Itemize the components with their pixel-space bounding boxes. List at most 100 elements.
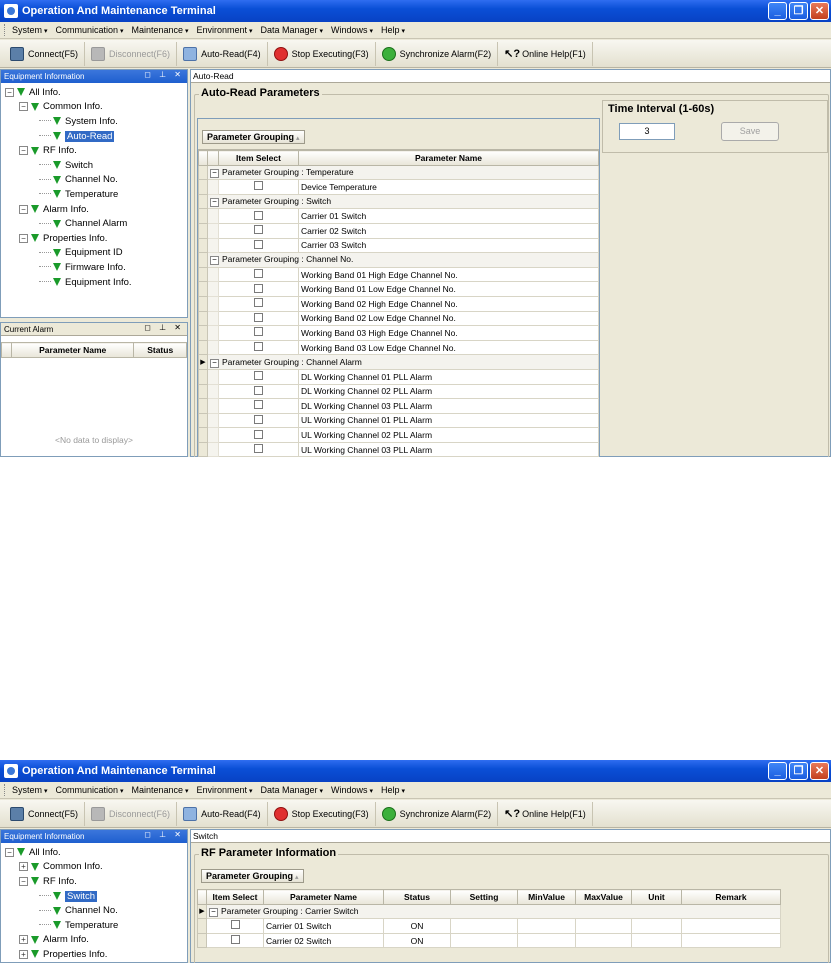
item-checkbox[interactable]: [254, 400, 263, 410]
item-select-cell[interactable]: [218, 179, 299, 195]
collapse-icon[interactable]: −: [210, 256, 219, 266]
tree-node-channel-alarm[interactable]: Channel Alarm: [5, 216, 187, 231]
table-row[interactable]: Working Band 01 Low Edge Channel No.: [198, 281, 599, 297]
minimize-button[interactable]: _: [768, 762, 787, 780]
menu-system[interactable]: System: [12, 25, 47, 35]
item-checkbox[interactable]: [254, 429, 263, 439]
tree-node-properties[interactable]: − Properties Info.: [5, 231, 187, 246]
item-select-cell[interactable]: [218, 441, 299, 457]
table-row[interactable]: Carrier 03 Switch: [198, 237, 599, 254]
item-checkbox[interactable]: [254, 414, 263, 424]
item-select-cell[interactable]: [218, 325, 299, 341]
item-checkbox[interactable]: [254, 239, 263, 249]
collapse-icon[interactable]: −: [19, 233, 28, 243]
parameter-grouping-button[interactable]: Parameter Grouping: [202, 130, 305, 144]
menu-data-manager[interactable]: Data Manager: [261, 785, 324, 795]
save-button[interactable]: Save: [721, 122, 779, 141]
table-group-row[interactable]: − Parameter Grouping : Switch: [198, 193, 599, 210]
table-group-row[interactable]: ▶ − Parameter Grouping : Channel Alarm: [198, 354, 599, 370]
menu-maintenance[interactable]: Maintenance: [131, 25, 188, 35]
tree-node-rf[interactable]: − RF Info.: [5, 143, 187, 158]
col-minvalue[interactable]: MinValue: [517, 889, 576, 905]
synchronize-alarm-button[interactable]: Synchronize Alarm(F2): [376, 41, 499, 66]
expand-icon[interactable]: +: [19, 949, 28, 959]
table-row[interactable]: UL Working Channel 03 PLL Alarm: [198, 441, 599, 457]
table-row[interactable]: Working Band 01 High Edge Channel No.: [198, 266, 599, 283]
col-unit[interactable]: Unit: [631, 889, 682, 905]
close-button[interactable]: ✕: [810, 2, 829, 20]
item-checkbox[interactable]: [254, 283, 263, 293]
tree-node-firmware[interactable]: Firmware Info.: [5, 260, 187, 275]
setting-cell[interactable]: [450, 918, 518, 934]
tree-node-switch[interactable]: Switch: [5, 158, 187, 173]
table-group-row[interactable]: − Parameter Grouping : Channel No.: [198, 252, 599, 268]
expand-icon[interactable]: +: [19, 862, 28, 872]
collapse-icon[interactable]: −: [209, 907, 218, 917]
col-parameter-name[interactable]: Parameter Name: [298, 150, 599, 166]
item-checkbox[interactable]: [254, 444, 263, 454]
tree-node-system[interactable]: System Info.: [5, 114, 187, 129]
item-select-cell[interactable]: [218, 412, 299, 429]
table-row[interactable]: DL Working Channel 03 PLL Alarm: [198, 398, 599, 414]
tree-node-properties[interactable]: + Properties Info.: [5, 947, 187, 962]
document-tab[interactable]: Auto-Read: [191, 70, 830, 83]
item-checkbox[interactable]: [254, 312, 263, 322]
table-row[interactable]: DL Working Channel 01 PLL Alarm: [198, 368, 599, 385]
item-select-cell[interactable]: [218, 339, 299, 356]
restore-button[interactable]: ❐: [789, 2, 808, 20]
expand-icon[interactable]: +: [19, 935, 28, 945]
restore-button[interactable]: ❐: [789, 762, 808, 780]
pane-controls[interactable]: ◻ ⊥ ✕: [144, 830, 184, 839]
item-select-cell[interactable]: [218, 383, 299, 400]
item-checkbox[interactable]: [254, 342, 263, 352]
collapse-icon[interactable]: −: [19, 876, 28, 886]
menu-windows[interactable]: Windows: [331, 785, 373, 795]
table-row[interactable]: Carrier 02 Switch ON: [197, 932, 781, 949]
tree-node-equipment-info[interactable]: Equipment Info.: [5, 275, 187, 290]
close-button[interactable]: ✕: [810, 762, 829, 780]
item-checkbox[interactable]: [254, 181, 263, 191]
menu-environment[interactable]: Environment: [197, 785, 253, 795]
item-select-cell[interactable]: [218, 222, 299, 239]
disconnect-button[interactable]: Disconnect(F6): [85, 41, 178, 66]
document-tab[interactable]: Switch: [191, 830, 830, 843]
menu-communication[interactable]: Communication: [55, 25, 123, 35]
table-row[interactable]: Working Band 03 High Edge Channel No.: [198, 325, 599, 341]
menu-windows[interactable]: Windows: [331, 25, 373, 35]
table-row[interactable]: UL Working Channel 01 PLL Alarm: [198, 412, 599, 429]
col-status[interactable]: Status: [383, 889, 451, 905]
item-checkbox[interactable]: [254, 385, 263, 395]
tree-node-switch[interactable]: Switch: [5, 889, 187, 904]
minimize-button[interactable]: _: [768, 2, 787, 20]
tree-node-alarm[interactable]: + Alarm Info.: [5, 933, 187, 948]
collapse-icon[interactable]: −: [5, 847, 14, 857]
table-row[interactable]: DL Working Channel 02 PLL Alarm: [198, 383, 599, 400]
tree-node-all[interactable]: − All Info.: [5, 85, 187, 100]
table-row[interactable]: Carrier 01 Switch: [198, 208, 599, 224]
table-row[interactable]: Working Band 03 Low Edge Channel No.: [198, 339, 599, 356]
tree-node-alarm[interactable]: − Alarm Info.: [5, 202, 187, 217]
item-select-cell[interactable]: [218, 398, 299, 414]
item-checkbox[interactable]: [230, 935, 240, 945]
tree-node-common[interactable]: + Common Info.: [5, 860, 187, 875]
pane-controls[interactable]: ◻ ⊥ ✕: [144, 323, 184, 332]
stop-executing-button[interactable]: Stop Executing(F3): [268, 801, 376, 826]
table-row[interactable]: Carrier 01 Switch ON: [197, 918, 781, 934]
item-select-cell[interactable]: [218, 208, 299, 224]
item-checkbox[interactable]: [254, 371, 263, 381]
pane-controls[interactable]: ◻ ⊥ ✕: [144, 70, 184, 79]
collapse-icon[interactable]: −: [210, 168, 219, 178]
table-row[interactable]: Working Band 02 High Edge Channel No.: [198, 295, 599, 312]
item-select-cell[interactable]: [206, 918, 264, 934]
item-checkbox[interactable]: [254, 327, 263, 337]
item-select-cell[interactable]: [218, 281, 299, 297]
collapse-icon[interactable]: −: [5, 87, 14, 97]
col-item-select[interactable]: Item Select: [206, 889, 264, 905]
auto-read-button[interactable]: Auto-Read(F4): [177, 801, 268, 826]
table-row[interactable]: Device Temperature: [198, 179, 599, 195]
col-status[interactable]: Status: [133, 342, 187, 358]
item-select-cell[interactable]: [218, 310, 299, 327]
table-row[interactable]: Working Band 02 Low Edge Channel No.: [198, 310, 599, 327]
item-checkbox[interactable]: [254, 269, 263, 279]
item-select-cell[interactable]: [218, 368, 299, 385]
